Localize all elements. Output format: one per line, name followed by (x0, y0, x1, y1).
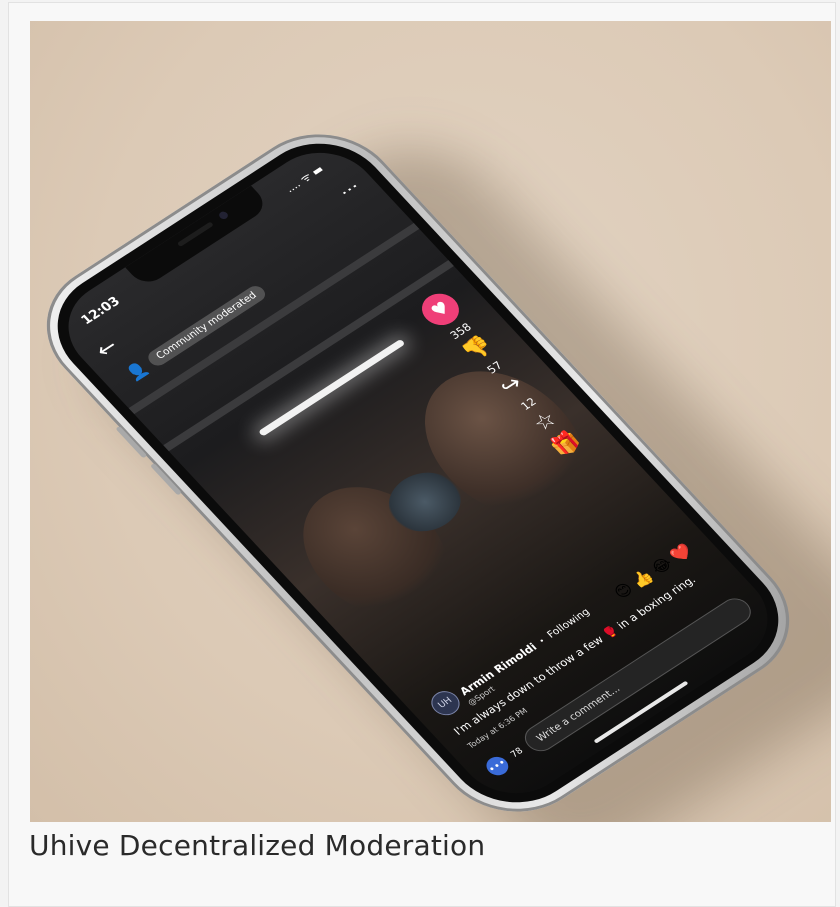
author-handle: @Sport (465, 684, 497, 708)
earpiece-speaker (176, 221, 214, 247)
star-icon[interactable]: ☆ (528, 407, 562, 436)
heart-icon: ♥ (426, 297, 455, 322)
back-arrow-icon[interactable]: ← (91, 334, 124, 363)
more-options-icon[interactable]: ⋮ (335, 177, 365, 202)
image-caption: Uhive Decentralized Moderation (29, 829, 486, 862)
share-count: 12 (518, 395, 540, 413)
status-time: 12:03 (78, 294, 124, 328)
product-photo: 12:03 .... ᯤ ▬ ← ⋮ 👤 Community moderated (30, 21, 831, 822)
moderator-icon: 👤 (122, 358, 152, 384)
image-card: 12:03 .... ᯤ ▬ ← ⋮ 👤 Community moderated (8, 2, 836, 907)
comment-bubble-icon[interactable]: ••• (482, 753, 513, 779)
ceiling-light (258, 338, 406, 437)
share-icon[interactable]: ↪ (495, 371, 528, 400)
front-camera (217, 210, 230, 221)
separator-dot: • (536, 635, 547, 646)
comment-count: 78 (509, 746, 526, 760)
dislike-count: 57 (484, 359, 506, 377)
status-icons: .... ᯤ ▬ (282, 162, 327, 196)
